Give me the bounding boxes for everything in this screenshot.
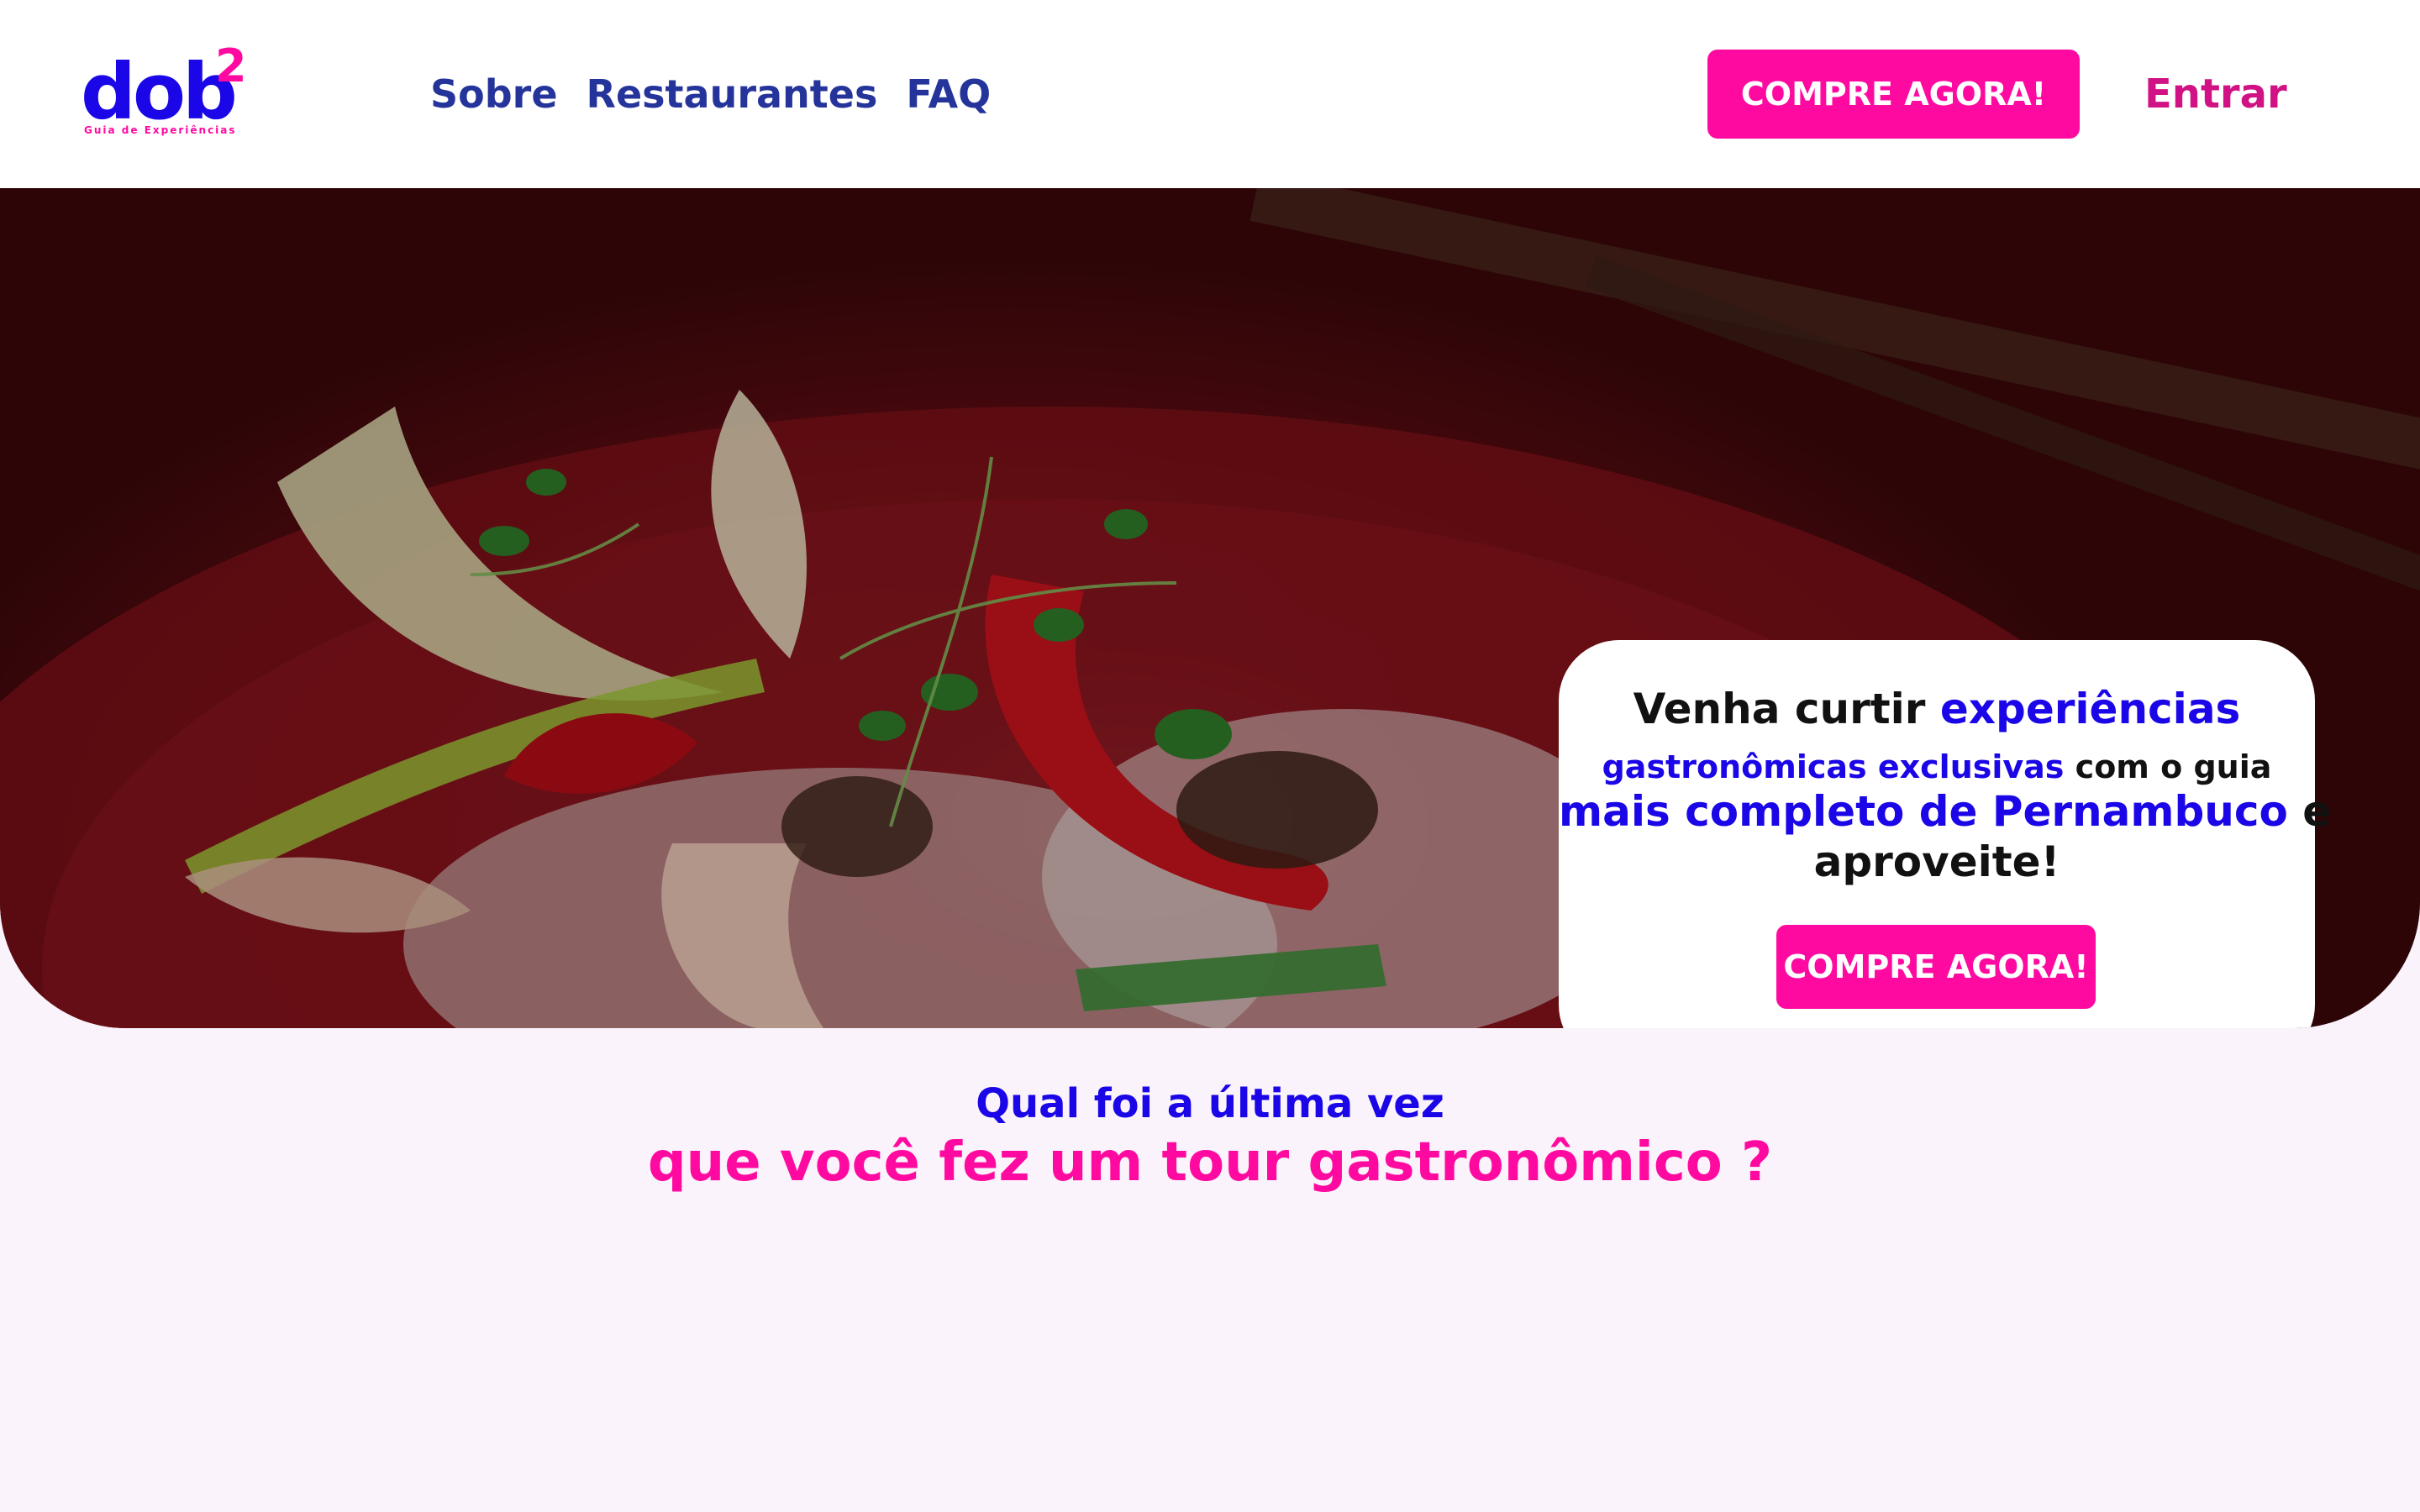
logo-superscript: 2	[215, 39, 247, 92]
question-heading-line-1: Qual foi a última vez	[976, 1080, 1444, 1127]
promo-card: Venha curtir experiências gastronômicas …	[1559, 640, 2332, 1028]
promo-line-2: gastronômicas exclusivas com o guia	[1602, 748, 2272, 785]
nav-link-faq[interactable]: FAQ	[906, 69, 991, 119]
promo-line-4: aproveite!	[1813, 837, 2060, 886]
promo-line-3: mais completo de Pernambuco e	[1559, 787, 2332, 836]
login-link[interactable]: Entrar	[2144, 69, 2287, 119]
question-heading-line-2: que você fez um tour gastronômico ?	[647, 1131, 1773, 1194]
card-buy-now-button[interactable]: COMPRE AGORA!	[1776, 925, 2096, 1009]
logo-tagline: Guia de Experiências	[84, 124, 237, 136]
nav-link-sobre[interactable]: Sobre	[430, 69, 558, 119]
nav-link-restaurantes[interactable]: Restaurantes	[587, 69, 878, 119]
site-header: dob 2 Guia de Experiências Sobre Restaur…	[0, 0, 2420, 188]
main-nav: Sobre Restaurantes FAQ	[430, 69, 991, 119]
header-buy-now-button[interactable]: COMPRE AGORA!	[1707, 50, 2080, 139]
brand-logo[interactable]: dob 2 Guia de Experiências	[81, 44, 257, 141]
logo-wordmark: dob	[81, 47, 238, 137]
promo-line-1: Venha curtir experiências	[1633, 685, 2241, 733]
hero-banner: Venha curtir experiências gastronômicas …	[0, 188, 2420, 1028]
